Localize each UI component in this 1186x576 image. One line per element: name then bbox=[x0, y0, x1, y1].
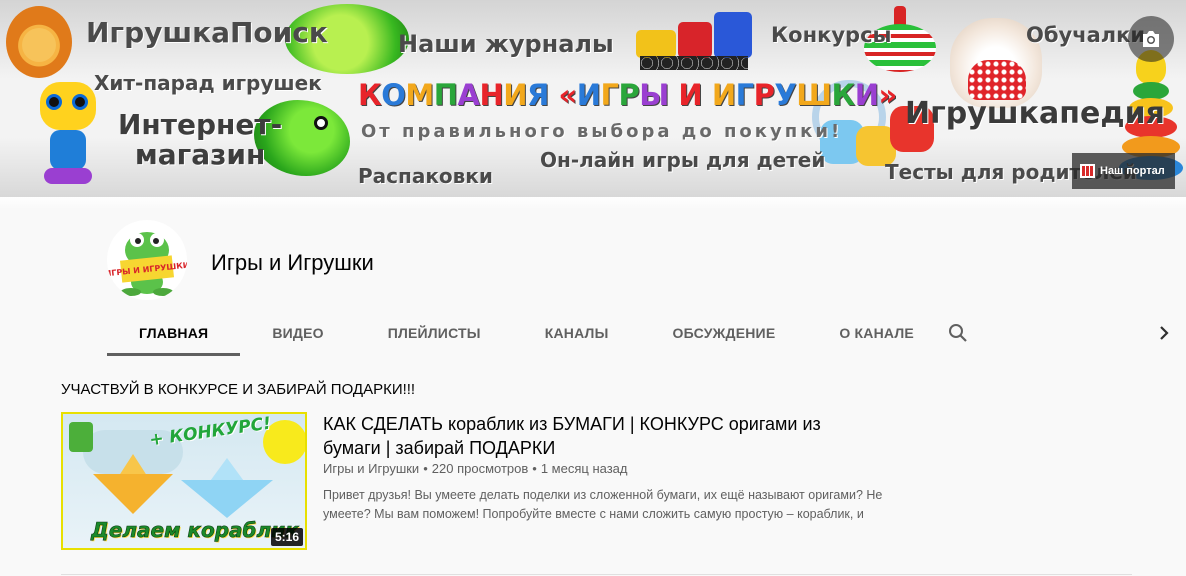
edit-banner-button[interactable] bbox=[1128, 16, 1174, 62]
banner-unboxing-text: Распаковки bbox=[358, 164, 493, 188]
shelf-divider bbox=[61, 574, 1132, 575]
portal-icon bbox=[1080, 164, 1095, 178]
banner-online-games-text: Он-лайн игры для детей bbox=[540, 148, 826, 172]
meta-separator: • bbox=[532, 461, 537, 476]
portal-link-label: Наш портал bbox=[1100, 165, 1165, 177]
thumbnail-caption-text: Делаем кораблик bbox=[91, 518, 299, 543]
fish-eye-image bbox=[314, 116, 328, 130]
channel-name: Игры и Игрушки bbox=[211, 250, 374, 275]
banner-contests-text: Конкурсы bbox=[771, 23, 892, 47]
camera-icon bbox=[1143, 31, 1159, 47]
header-shade bbox=[0, 197, 1186, 209]
tab-playlists[interactable]: ПЛЕЙЛИСТЫ bbox=[356, 310, 513, 356]
tab-videos[interactable]: ВИДЕО bbox=[240, 310, 355, 356]
video-title[interactable]: КАК СДЕЛАТЬ кораблик из БУМАГИ | КОНКУРС… bbox=[323, 412, 863, 460]
video-age: 1 месяц назад bbox=[540, 461, 628, 476]
video-description: Привет друзья! Вы умеете делать поделки … bbox=[323, 488, 883, 521]
banner-search-text: ИгрушкаПоиск bbox=[86, 16, 328, 49]
robot-toy-image bbox=[36, 82, 100, 186]
video-duration: 5:16 bbox=[270, 528, 303, 546]
tab-discussion[interactable]: ОБСУЖДЕНИЕ bbox=[640, 310, 807, 356]
banner-slogan-text: От правильного выбора до покупки! bbox=[361, 121, 843, 142]
shelf-title[interactable]: УЧАСТВУЙ В КОНКУРСЕ И ЗАБИРАЙ ПОДАРКИ!!! bbox=[61, 381, 415, 398]
channel-banner: ИгрушкаПоиск Наши журналы Конкурсы Обуча… bbox=[0, 0, 1186, 197]
train-toy-image bbox=[636, 8, 752, 74]
video-thumbnail[interactable]: + КОНКУРС! Делаем кораблик 5:16 bbox=[61, 412, 307, 550]
channel-avatar[interactable]: ИГРЫ И ИГРУШКИ bbox=[107, 220, 187, 300]
banner-shop-line1: Интернет- bbox=[118, 108, 283, 141]
video-views: 220 просмотров bbox=[431, 461, 529, 476]
banner-shop-text: Интернет- магазин bbox=[118, 110, 282, 170]
banner-company-text: КОМПАНИЯ «ИГРЫ И ИГРУШКИ» bbox=[358, 78, 897, 112]
tab-home[interactable]: ГЛАВНАЯ bbox=[107, 310, 241, 356]
video-meta: Игры и Игрушки • 220 просмотров • 1 месяц на… bbox=[323, 461, 628, 476]
lion-face-image bbox=[22, 28, 56, 62]
tab-channels[interactable]: КАНАЛЫ bbox=[513, 310, 641, 356]
banner-journals-text: Наши журналы bbox=[398, 30, 614, 58]
thumbnail-contest-text: + КОНКУРС! bbox=[148, 413, 273, 451]
banner-hitparade-text: Хит-парад игрушек bbox=[94, 71, 322, 95]
tabs-next-button[interactable] bbox=[1152, 321, 1176, 345]
channel-logo-image bbox=[69, 422, 93, 452]
bunny-dress-image bbox=[968, 60, 1026, 100]
channel-search-button[interactable] bbox=[946, 321, 970, 345]
frog-avatar-image: ИГРЫ И ИГРУШКИ bbox=[107, 232, 187, 296]
orange-boat-image bbox=[93, 474, 173, 514]
channel-tabs: ГЛАВНАЯ ВИДЕО ПЛЕЙЛИСТЫ КАНАЛЫ ОБСУЖДЕНИ… bbox=[107, 310, 946, 356]
tab-about[interactable]: О КАНАЛЕ bbox=[807, 310, 946, 356]
banner-wiki-text: Игрушкапедия bbox=[905, 96, 1165, 131]
blue-boat-image bbox=[181, 480, 273, 518]
portal-link[interactable]: Наш портал bbox=[1072, 153, 1175, 189]
banner-shop-line2: магазин bbox=[134, 138, 266, 171]
video-channel-link[interactable]: Игры и Игрушки bbox=[323, 461, 419, 476]
chevron-right-icon bbox=[1160, 326, 1169, 340]
search-icon bbox=[949, 324, 967, 342]
meta-separator: • bbox=[423, 461, 428, 476]
